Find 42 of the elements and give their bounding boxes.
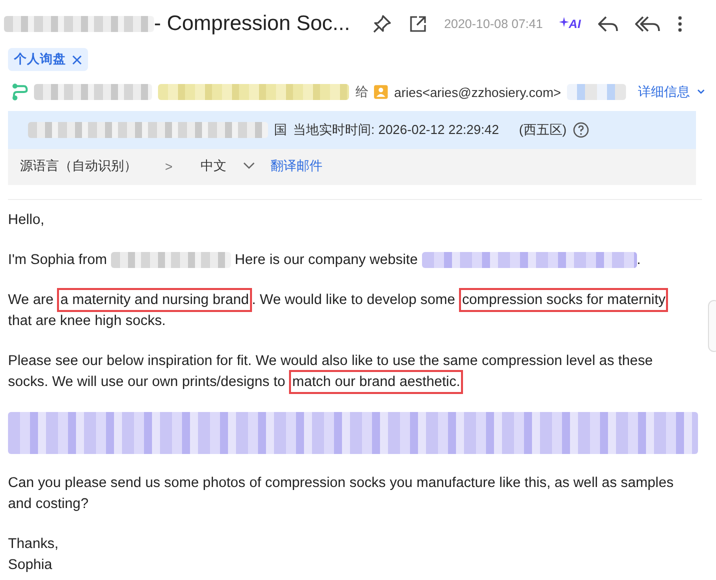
ai-button[interactable]: AI	[558, 17, 581, 31]
body-text: Can you please send us some photos of compression socks you manufacture like this, as well as samples and costing?	[8, 475, 674, 512]
body-text: .	[636, 252, 641, 268]
highlighted-text: compression socks for maternity	[459, 288, 668, 312]
details-link[interactable]: 详细信息	[638, 83, 706, 101]
email-date: 2020-10-08 07:41	[444, 17, 543, 31]
external-link-icon[interactable]	[408, 14, 428, 34]
contact-icon	[374, 85, 388, 99]
translate-link[interactable]: 翻译邮件	[270, 157, 323, 175]
body-text: Sophia	[8, 557, 52, 573]
body-text: Here is our company website	[234, 252, 419, 268]
source-language[interactable]: 源语言（自动识别）	[20, 157, 137, 175]
body-text: Hello,	[8, 212, 44, 228]
route-icon	[12, 83, 28, 101]
chevron-down-icon	[696, 88, 706, 96]
reply-all-icon[interactable]	[634, 14, 661, 34]
tag[interactable]: 个人询盘	[8, 48, 88, 71]
pin-icon[interactable]	[372, 14, 392, 34]
body-text: Thanks,	[8, 536, 58, 552]
local-time: 当地实时时间: 2026-02-12 22:29:42	[293, 121, 499, 139]
body-text: Please see our below inspiration for fit. We would also like to use the same compression level as these	[8, 353, 653, 369]
forward-label: 给	[355, 83, 368, 101]
body-text: socks. We will use our own prints/designs to	[8, 374, 286, 390]
reply-icon[interactable]	[596, 14, 619, 34]
more-icon[interactable]	[676, 15, 683, 33]
body-text: that are knee high socks.	[8, 313, 166, 329]
highlighted-text: match our brand aesthetic.	[289, 370, 464, 394]
body-text: . We would like to develop some	[252, 292, 456, 308]
highlighted-text: a maternity and nursing brand	[57, 288, 252, 312]
chevron-down-icon[interactable]	[242, 162, 255, 170]
help-icon[interactable]	[572, 122, 589, 138]
email-subject: - Compression Soc...	[154, 12, 350, 36]
body-text: We are	[8, 292, 54, 308]
body-text: I'm Sophia from	[8, 252, 108, 268]
time-zone: (西五区)	[518, 121, 567, 139]
recipient: aries<aries@zzhosiery.com>	[394, 84, 562, 100]
arrow-text: >	[165, 158, 173, 174]
close-icon[interactable]	[72, 54, 82, 64]
sparkle-icon	[558, 17, 569, 29]
redaction-blur	[567, 84, 626, 100]
country-label: 国	[274, 121, 287, 139]
target-language[interactable]: 中文	[200, 157, 227, 175]
